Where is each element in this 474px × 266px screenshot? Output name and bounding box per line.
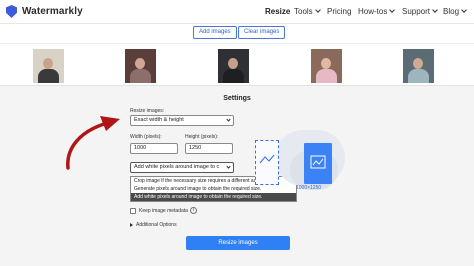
settings-title: Settings xyxy=(223,95,251,102)
thumbnail-figure xyxy=(38,69,59,83)
width-label: Width (pixels): xyxy=(130,134,162,140)
image-thumbnails xyxy=(0,43,474,86)
resized-image-frame xyxy=(304,143,332,184)
fit-option-white-pixels[interactable]: Add white pixels around image to obtain … xyxy=(131,193,296,201)
keep-metadata-label: Keep image metadata xyxy=(139,208,188,214)
keep-metadata-checkbox[interactable] xyxy=(130,208,136,214)
brand-logo[interactable]: Watermarkly xyxy=(6,5,83,18)
dimension-label: 1000×1250 xyxy=(296,185,322,191)
info-icon[interactable]: i xyxy=(190,207,197,214)
chevron-down-icon xyxy=(314,7,321,13)
nav-blog[interactable]: Blog xyxy=(443,7,467,16)
nav-support-label: Support xyxy=(402,7,431,16)
nav-resize[interactable]: Resize xyxy=(265,7,290,16)
resize-mode-label: Resize images: xyxy=(130,108,165,114)
thumbnail[interactable] xyxy=(125,49,156,83)
add-images-button[interactable]: Add images xyxy=(193,26,237,39)
clear-images-button[interactable]: Clear images xyxy=(238,26,286,39)
resize-images-button[interactable]: Resize images xyxy=(186,236,290,250)
thumbnail-face xyxy=(135,58,145,69)
thumbnail[interactable] xyxy=(311,49,342,83)
height-label: Height (pixels): xyxy=(185,134,219,140)
thumbnail-face xyxy=(413,58,423,69)
height-input[interactable]: 1250 xyxy=(185,143,233,154)
chevron-down-icon xyxy=(432,7,438,13)
thumbnail-figure xyxy=(408,69,429,83)
fit-option-generate[interactable]: Generate pixels around image to obtain t… xyxy=(131,185,296,193)
resize-mode-select[interactable]: Exact width & height xyxy=(130,115,234,126)
image-toolbar xyxy=(0,24,474,44)
nav-pricing-label: Pricing xyxy=(327,7,352,16)
nav-how-tos-label: How-tos xyxy=(358,7,388,16)
thumbnail-figure xyxy=(130,69,151,83)
thumbnail-face xyxy=(321,58,331,69)
nav-tools-label: Tools xyxy=(294,7,313,16)
fit-mode-select[interactable]: Add white pixels around image to c xyxy=(130,162,234,173)
nav-how-tos[interactable]: How-tos xyxy=(358,7,396,16)
caret-right-icon xyxy=(130,223,133,227)
width-input[interactable]: 1000 xyxy=(130,143,178,154)
nav-blog-label: Blog xyxy=(443,7,460,16)
nav-pricing[interactable]: Pricing xyxy=(327,7,351,16)
brand-name: Watermarkly xyxy=(22,6,83,17)
thumbnail[interactable] xyxy=(403,49,434,83)
additional-options-toggle[interactable]: Additional Options xyxy=(136,222,177,228)
shield-logo-icon xyxy=(6,5,17,18)
nav-tools[interactable]: Tools xyxy=(294,7,321,16)
thumbnail-figure xyxy=(316,69,337,83)
chevron-down-icon xyxy=(389,7,396,13)
original-image-frame xyxy=(255,140,279,185)
chevron-down-icon xyxy=(461,7,467,13)
top-header: Watermarkly Resize Tools Pricing How-tos… xyxy=(0,0,474,24)
thumbnail[interactable] xyxy=(33,49,64,83)
thumbnail-figure xyxy=(223,69,244,83)
thumbnail[interactable] xyxy=(218,49,249,83)
image-placeholder-icon xyxy=(310,155,326,169)
fit-mode-value: Add white pixels around image to c xyxy=(134,164,220,170)
thumbnail-face xyxy=(43,58,53,69)
resize-mode-value: Exact width & height xyxy=(134,117,184,123)
image-placeholder-icon xyxy=(259,154,275,164)
thumbnail-face xyxy=(228,58,238,69)
chevron-down-icon xyxy=(226,117,231,122)
nav-support[interactable]: Support xyxy=(402,7,438,16)
nav-resize-label: Resize xyxy=(265,7,291,16)
chevron-down-icon xyxy=(226,164,231,169)
